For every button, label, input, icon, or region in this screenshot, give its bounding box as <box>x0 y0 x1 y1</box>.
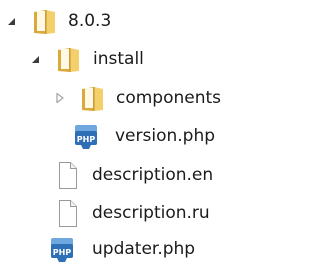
tree-item-label: updater.php <box>92 239 196 259</box>
tree-item-label: description.en <box>92 165 214 185</box>
tree-item-label: install <box>93 49 144 69</box>
php-file-icon: PHP <box>71 121 101 151</box>
tree-item-label: description.ru <box>92 203 210 223</box>
folder-icon <box>52 44 82 74</box>
folder-icon <box>76 83 106 113</box>
tree-item-label: 8.0.3 <box>68 11 112 31</box>
tree-item-label: components <box>116 88 222 108</box>
tree-item-8-0-3[interactable]: 8.0.3 <box>0 4 254 38</box>
tree-item-updater-php[interactable]: PHP updater.php <box>0 232 254 266</box>
tree-item-components[interactable]: components <box>0 81 254 115</box>
blank-file-icon <box>52 198 82 228</box>
folder-icon <box>28 6 58 36</box>
expanded-arrow-icon[interactable] <box>6 15 18 27</box>
tree-item-description-ru[interactable]: description.ru <box>0 196 254 230</box>
blank-file-icon <box>52 160 82 190</box>
file-tree: 8.0.3 install components PHP version.php… <box>0 0 254 268</box>
svg-text:PHP: PHP <box>77 135 96 144</box>
tree-item-version-php[interactable]: PHP version.php <box>0 119 254 153</box>
php-file-icon: PHP <box>47 234 77 264</box>
expanded-arrow-icon[interactable] <box>30 53 42 65</box>
tree-item-install[interactable]: install <box>0 42 254 76</box>
tree-item-description-en[interactable]: description.en <box>0 158 254 192</box>
tree-item-label: version.php <box>115 126 216 146</box>
collapsed-arrow-icon[interactable] <box>54 92 66 104</box>
svg-text:PHP: PHP <box>53 248 72 257</box>
